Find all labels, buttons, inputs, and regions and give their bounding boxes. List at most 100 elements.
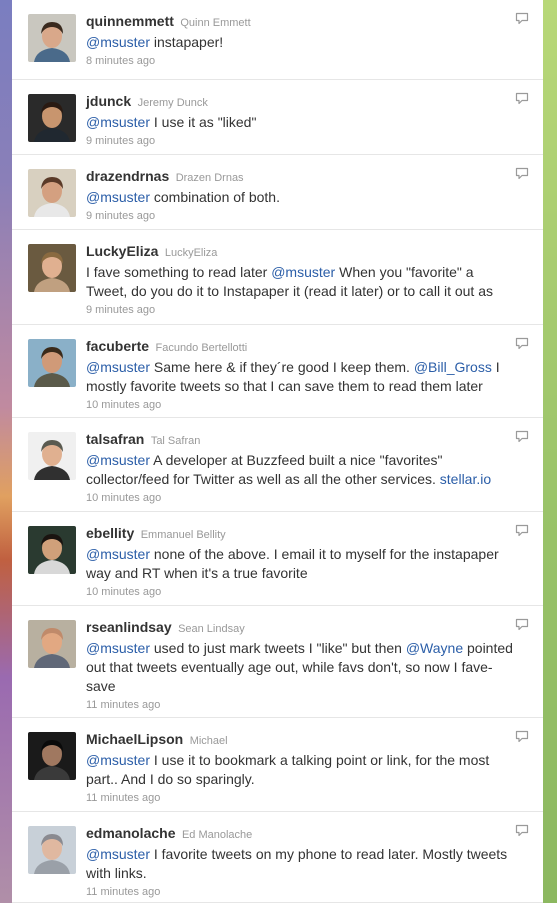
tweet-item[interactable]: talsafran Tal Safran @msuster A developer… <box>12 418 543 512</box>
mention-link[interactable]: @msuster <box>86 752 150 768</box>
full-name: Facundo Bertellotti <box>155 342 248 354</box>
avatar[interactable] <box>28 339 76 387</box>
tweet-text: @msuster none of the above. I email it t… <box>86 545 513 583</box>
timestamp[interactable]: 11 minutes ago <box>86 885 513 899</box>
mention-link[interactable]: @msuster <box>271 264 335 280</box>
timestamp[interactable]: 9 minutes ago <box>86 303 513 317</box>
mention-link[interactable]: @msuster <box>86 546 150 562</box>
tweet-header: rseanlindsay Sean Lindsay <box>86 618 513 638</box>
mention-link[interactable]: @msuster <box>86 189 150 205</box>
full-name: Tal Safran <box>150 435 201 447</box>
tweet-header: talsafran Tal Safran <box>86 430 513 450</box>
tweet-item[interactable]: jdunck Jeremy Dunck @msuster I use it as … <box>12 80 543 155</box>
tweet-text: I fave something to read later @msuster … <box>86 263 513 301</box>
tweet-text: @msuster combination of both. <box>86 188 513 207</box>
avatar[interactable] <box>28 526 76 574</box>
screen-name[interactable]: edmanolache <box>86 825 175 841</box>
reply-icon[interactable] <box>515 430 529 443</box>
tweet-text-segment: I fave something to read later <box>86 264 272 280</box>
tweet-item[interactable]: edmanolache Ed Manolache @msuster I favor… <box>12 812 543 903</box>
tweet-text: @msuster instapaper! <box>86 33 513 52</box>
mention-link[interactable]: @msuster <box>86 114 150 130</box>
timestamp[interactable]: 10 minutes ago <box>86 398 513 412</box>
full-name: Emmanuel Bellity <box>140 529 226 541</box>
tweet-header: ebellity Emmanuel Bellity <box>86 524 513 544</box>
reply-icon[interactable] <box>515 618 529 631</box>
avatar[interactable] <box>28 94 76 142</box>
tweet-item[interactable]: facuberte Facundo Bertellotti @msuster Sa… <box>12 325 543 418</box>
tweet-item[interactable]: ebellity Emmanuel Bellity @msuster none o… <box>12 512 543 606</box>
full-name: LuckyEliza <box>164 247 218 259</box>
avatar[interactable] <box>28 14 76 62</box>
mention-link[interactable]: @msuster <box>86 359 150 375</box>
tweet-header: quinnemmett Quinn Emmett <box>86 12 513 32</box>
tweet-text-segment: I use it as "liked" <box>150 114 257 130</box>
screen-name[interactable]: rseanlindsay <box>86 619 172 635</box>
tweet-text-segment: I favorite tweets on my phone to read la… <box>86 846 508 881</box>
screen-name[interactable]: MichaelLipson <box>86 731 183 747</box>
screen-name[interactable]: talsafran <box>86 431 144 447</box>
tweet-header: LuckyEliza LuckyEliza <box>86 242 513 262</box>
timestamp[interactable]: 11 minutes ago <box>86 698 513 712</box>
tweet-item[interactable]: quinnemmett Quinn Emmett @msuster instapa… <box>12 0 543 80</box>
tweet-text-segment: Same here & if they´re good I keep them. <box>150 359 414 375</box>
tweet-timeline[interactable]: quinnemmett Quinn Emmett @msuster instapa… <box>12 0 543 903</box>
avatar[interactable] <box>28 169 76 217</box>
screen-name[interactable]: jdunck <box>86 93 131 109</box>
tweet-text: @msuster Same here & if they´re good I k… <box>86 358 513 396</box>
tweet-text: @msuster I use it as "liked" <box>86 113 513 132</box>
background-left-strip <box>0 0 12 903</box>
timestamp[interactable]: 8 minutes ago <box>86 54 513 68</box>
timestamp[interactable]: 9 minutes ago <box>86 134 513 148</box>
mention-link[interactable]: @msuster <box>86 640 150 656</box>
tweet-text: @msuster used to just mark tweets I "lik… <box>86 639 513 696</box>
url-link[interactable]: stellar.io <box>440 471 491 487</box>
mention-link[interactable]: @msuster <box>86 34 150 50</box>
tweet-text: @msuster I use it to bookmark a talking … <box>86 751 513 789</box>
mention-link[interactable]: @Wayne <box>406 640 463 656</box>
screen-name[interactable]: drazendrnas <box>86 168 169 184</box>
avatar[interactable] <box>28 620 76 668</box>
background-right-strip <box>543 0 557 903</box>
timestamp[interactable]: 10 minutes ago <box>86 585 513 599</box>
screen-name[interactable]: LuckyEliza <box>86 243 158 259</box>
screen-name[interactable]: ebellity <box>86 525 134 541</box>
tweet-item[interactable]: drazendrnas Drazen Drnas @msuster combina… <box>12 155 543 230</box>
tweet-header: edmanolache Ed Manolache <box>86 824 513 844</box>
full-name: Drazen Drnas <box>175 172 244 184</box>
full-name: Sean Lindsay <box>178 623 245 635</box>
full-name: Ed Manolache <box>181 829 253 841</box>
reply-icon[interactable] <box>515 730 529 743</box>
reply-icon[interactable] <box>515 524 529 537</box>
avatar[interactable] <box>28 732 76 780</box>
mention-link[interactable]: @msuster <box>86 452 150 468</box>
avatar[interactable] <box>28 432 76 480</box>
tweet-header: MichaelLipson Michael <box>86 730 513 750</box>
timestamp[interactable]: 9 minutes ago <box>86 209 513 223</box>
mention-link[interactable]: @Bill_Gross <box>414 359 492 375</box>
reply-icon[interactable] <box>515 92 529 105</box>
reply-icon[interactable] <box>515 12 529 25</box>
mention-link[interactable]: @msuster <box>86 846 150 862</box>
avatar[interactable] <box>28 244 76 292</box>
avatar[interactable] <box>28 826 76 874</box>
tweet-header: facuberte Facundo Bertellotti <box>86 337 513 357</box>
tweet-header: jdunck Jeremy Dunck <box>86 92 513 112</box>
reply-icon[interactable] <box>515 824 529 837</box>
tweet-header: drazendrnas Drazen Drnas <box>86 167 513 187</box>
timestamp[interactable]: 11 minutes ago <box>86 791 513 805</box>
full-name: Michael <box>189 735 228 747</box>
screen-name[interactable]: quinnemmett <box>86 13 174 29</box>
tweet-item[interactable]: rseanlindsay Sean Lindsay @msuster used t… <box>12 606 543 718</box>
tweet-item[interactable]: MichaelLipson Michael @msuster I use it t… <box>12 718 543 812</box>
tweet-item[interactable]: LuckyEliza LuckyEliza I fave something to… <box>12 230 543 325</box>
full-name: Quinn Emmett <box>180 17 251 29</box>
reply-icon[interactable] <box>515 337 529 350</box>
screen-name[interactable]: facuberte <box>86 338 149 354</box>
tweet-text-segment: combination of both. <box>150 189 280 205</box>
tweet-text-segment: used to just mark tweets I "like" but th… <box>150 640 406 656</box>
reply-icon[interactable] <box>515 167 529 180</box>
timestamp[interactable]: 10 minutes ago <box>86 491 513 505</box>
tweet-text: @msuster I favorite tweets on my phone t… <box>86 845 513 883</box>
tweet-text: @msuster A developer at Buzzfeed built a… <box>86 451 513 489</box>
